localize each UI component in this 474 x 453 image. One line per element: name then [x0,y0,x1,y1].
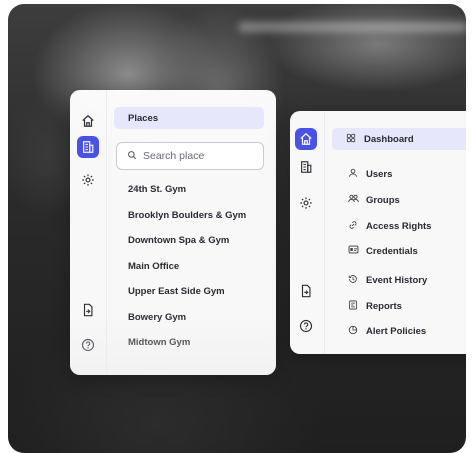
place-item[interactable]: Upper East Side Gym [128,286,225,297]
nav-item-credentials[interactable]: Credentials [346,240,418,262]
nav-item-event-history[interactable]: Event History [346,269,427,291]
search-icon [127,150,137,163]
icon-rail [70,90,107,375]
users-icon [346,193,360,207]
search-placeholder: Search place [143,150,205,162]
places-header: Places [114,107,264,129]
background-light [238,22,466,32]
nav-item-users[interactable]: Users [346,163,392,185]
nav-item-label: Users [366,168,393,180]
place-item[interactable]: Bowery Gym [128,312,186,323]
nav-item-label: Dashboard [364,133,414,145]
gear-icon[interactable] [77,169,99,191]
file-export-icon[interactable] [295,280,317,302]
alert-shield-icon [346,325,360,338]
background-photo: Places Search place 24th St. Gym Brookly… [8,4,466,453]
help-circle-icon[interactable] [295,315,317,337]
nav-item-label: Groups [366,194,400,206]
nav-item-label: Reports [366,300,402,312]
places-header-label: Places [128,113,159,124]
nav-item-alert-policies[interactable]: Alert Policies [346,320,426,342]
search-input[interactable]: Search place [116,142,264,170]
nav-item-label: Access Rights [366,220,432,232]
report-icon [346,300,360,313]
building-icon[interactable] [295,156,317,178]
link-icon [346,220,360,233]
nav-item-label: Event History [366,274,428,286]
nav-item-groups[interactable]: Groups [346,189,400,211]
user-icon [346,168,360,181]
place-item[interactable]: Downtown Spa & Gym [128,235,229,246]
help-circle-icon[interactable] [77,334,99,356]
gear-icon[interactable] [295,192,317,214]
nav-item-label: Alert Policies [366,325,427,337]
nav-item-dashboard[interactable]: Dashboard [332,128,466,150]
file-export-icon[interactable] [77,299,99,321]
nav-item-access-rights[interactable]: Access Rights [346,215,431,237]
place-item[interactable]: 24th St. Gym [128,184,186,195]
home-icon[interactable] [295,128,317,150]
places-panel: Places Search place 24th St. Gym Brookly… [70,90,276,375]
id-card-icon [346,244,360,258]
grid-icon [344,133,358,146]
nav-item-reports[interactable]: Reports [346,295,402,317]
building-icon[interactable] [77,136,99,158]
icon-rail [290,111,325,354]
navigation-panel: Dashboard Users Groups Access Rights Cre [290,111,466,354]
home-icon[interactable] [77,110,99,132]
history-icon [346,274,360,287]
nav-item-label: Credentials [366,245,418,257]
place-item[interactable]: Brooklyn Boulders & Gym [128,210,246,221]
place-item[interactable]: Midtown Gym [128,337,190,348]
place-item[interactable]: Main Office [128,261,179,272]
